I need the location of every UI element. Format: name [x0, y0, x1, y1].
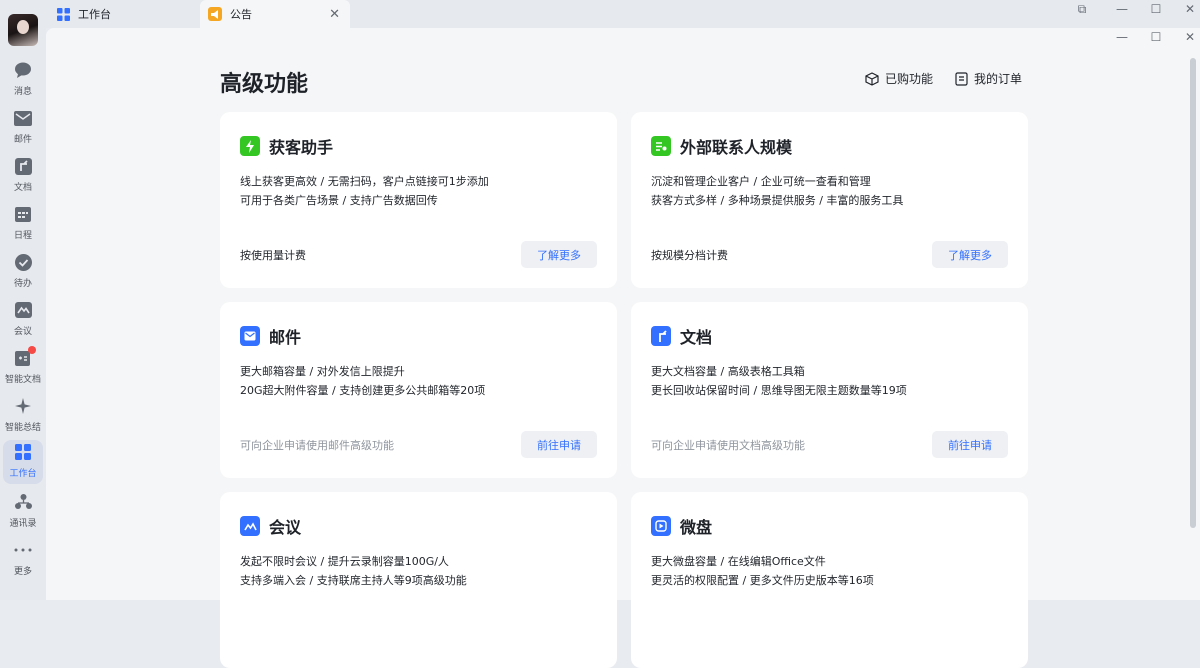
minimize-icon[interactable]: — — [1112, 30, 1132, 44]
feature-card-drive: 微盘 更大微盘容量 / 在线编辑Office文件 更灵活的权限配置 / 更多文件… — [631, 492, 1028, 668]
mail-icon — [240, 326, 260, 346]
sidebar-item-smart-summary[interactable]: 智能总结 — [0, 394, 46, 440]
minimize-icon[interactable]: — — [1112, 2, 1132, 16]
check-circle-icon — [13, 252, 33, 272]
feature-card-customer-acquisition: 获客助手 线上获客更高效 / 无需扫码，客户点链接可1步添加 可用于各类广告场景… — [220, 112, 617, 288]
close-window-icon[interactable]: ✕ — [1180, 2, 1200, 16]
card-title: 文档 — [680, 328, 713, 347]
meeting-icon — [240, 516, 260, 536]
tab-label: 工作台 — [78, 8, 111, 21]
vertical-scrollbar[interactable] — [1190, 58, 1196, 528]
sidebar-item-label: 智能总结 — [4, 423, 41, 433]
tab-label: 公告 — [230, 8, 252, 21]
purchased-features-label: 已购功能 — [885, 72, 934, 86]
sidebar-item-label: 智能文档 — [4, 375, 41, 385]
sidebar-item-docs[interactable]: 文档 — [0, 154, 46, 200]
tab-announcement[interactable]: 公告 ✕ — [200, 0, 350, 28]
close-icon[interactable]: ✕ — [329, 7, 340, 22]
workbench-icon — [13, 442, 33, 462]
maximize-icon[interactable]: ☐ — [1146, 2, 1166, 16]
apply-button[interactable]: 前往申请 — [932, 431, 1008, 458]
card-description: 更大微盘容量 / 在线编辑Office文件 更灵活的权限配置 / 更多文件历史版… — [651, 555, 874, 587]
feature-card-docs: 文档 更大文档容量 / 高级表格工具箱 更长回收站保留时间 / 思维导图无限主题… — [631, 302, 1028, 478]
sidebar-item-todo[interactable]: 待办 — [0, 250, 46, 296]
learn-more-button[interactable]: 了解更多 — [521, 241, 597, 268]
learn-more-button[interactable]: 了解更多 — [932, 241, 1008, 268]
maximize-icon[interactable]: ☐ — [1146, 30, 1166, 44]
chat-bubble-icon — [13, 60, 33, 80]
sidebar-item-label: 日程 — [13, 231, 32, 241]
drive-icon — [651, 516, 671, 536]
card-description: 线上获客更高效 / 无需扫码，客户点链接可1步添加 可用于各类广告场景 / 支持… — [240, 175, 489, 207]
sidebar-item-label: 更多 — [13, 567, 32, 577]
megaphone-icon — [208, 7, 222, 21]
card-footer-text: 按规模分档计费 — [651, 249, 728, 262]
sidebar-item-mail[interactable]: 邮件 — [0, 106, 46, 152]
card-description: 更大邮箱容量 / 对外发信上限提升 20G超大附件容量 / 支持创建更多公共邮箱… — [240, 365, 486, 397]
purchased-features-link[interactable]: 已购功能 — [865, 70, 933, 87]
card-title: 获客助手 — [269, 138, 334, 157]
sidebar-item-messages[interactable]: 消息 — [0, 58, 46, 104]
apply-button[interactable]: 前往申请 — [521, 431, 597, 458]
card-description: 沉淀和管理企业客户 / 企业可统一查看和管理 获客方式多样 / 多种场景提供服务… — [651, 175, 904, 207]
sidebar-item-label: 邮件 — [13, 135, 32, 145]
workbench-icon — [56, 7, 70, 21]
mail-icon — [13, 108, 33, 128]
cube-icon — [865, 71, 879, 86]
docs-icon — [651, 326, 671, 346]
sidebar-item-smart-doc[interactable]: 智能文档 — [0, 346, 46, 392]
card-title: 会议 — [269, 518, 302, 537]
my-orders-link[interactable]: 我的订单 — [955, 70, 1022, 87]
card-title: 邮件 — [269, 328, 302, 347]
sidebar-item-label: 会议 — [13, 327, 32, 337]
content-window: — ☐ ✕ 高级功能 已购功能 我的订单 获客助手 线上获客更高效 / 无需扫码… — [46, 28, 1200, 668]
calendar-icon — [13, 204, 33, 224]
tab-bar: 工作台 公告 ✕ ⧉ — ☐ ✕ — [46, 0, 1200, 28]
avatar[interactable] — [8, 14, 38, 46]
sidebar-item-label: 消息 — [13, 87, 32, 97]
sidebar-item-contacts[interactable]: 通讯录 — [0, 490, 46, 536]
contact-list-icon — [651, 136, 671, 156]
close-window-icon[interactable]: ✕ — [1180, 30, 1200, 44]
my-orders-label: 我的订单 — [974, 72, 1023, 86]
contacts-icon — [13, 492, 33, 512]
card-footer-text: 可向企业申请使用邮件高级功能 — [240, 439, 394, 452]
notification-badge — [28, 346, 36, 354]
left-sidebar: 消息 邮件 文档 日程 待办 会议 智能文档 智能总结 工作台 通讯录 更多 — [0, 0, 46, 600]
sidebar-item-workbench[interactable]: 工作台 — [3, 440, 43, 484]
card-footer-text: 可向企业申请使用文档高级功能 — [651, 439, 805, 452]
feature-card-mail: 邮件 更大邮箱容量 / 对外发信上限提升 20G超大附件容量 / 支持创建更多公… — [220, 302, 617, 478]
sidebar-item-meeting[interactable]: 会议 — [0, 298, 46, 344]
sidebar-item-label: 通讯录 — [9, 519, 37, 529]
card-title: 微盘 — [680, 518, 713, 537]
page-title: 高级功能 — [220, 72, 309, 97]
meeting-icon — [13, 300, 33, 320]
order-list-icon — [955, 71, 968, 86]
sparkle-icon — [13, 396, 33, 416]
sidebar-item-label: 文档 — [13, 183, 32, 193]
lightning-icon — [240, 136, 260, 156]
more-icon — [13, 540, 33, 560]
card-description: 更大文档容量 / 高级表格工具箱 更长回收站保留时间 / 思维导图无限主题数量等… — [651, 365, 907, 397]
sidebar-item-label: 工作台 — [9, 469, 37, 479]
feature-card-external-contacts: 外部联系人规模 沉淀和管理企业客户 / 企业可统一查看和管理 获客方式多样 / … — [631, 112, 1028, 288]
card-description: 发起不限时会议 / 提升云录制容量100G/人 支持多端入会 / 支持联席主持人… — [240, 555, 467, 587]
sidebar-item-label: 待办 — [13, 279, 32, 289]
pin-window-icon[interactable]: ⧉ — [1072, 2, 1092, 17]
sidebar-item-more[interactable]: 更多 — [0, 538, 46, 584]
card-title: 外部联系人规模 — [680, 138, 793, 157]
docs-icon — [13, 156, 33, 176]
card-footer-text: 按使用量计费 — [240, 249, 306, 262]
sidebar-item-calendar[interactable]: 日程 — [0, 202, 46, 248]
feature-card-meeting: 会议 发起不限时会议 / 提升云录制容量100G/人 支持多端入会 / 支持联席… — [220, 492, 617, 668]
tab-workbench[interactable]: 工作台 — [56, 0, 196, 28]
